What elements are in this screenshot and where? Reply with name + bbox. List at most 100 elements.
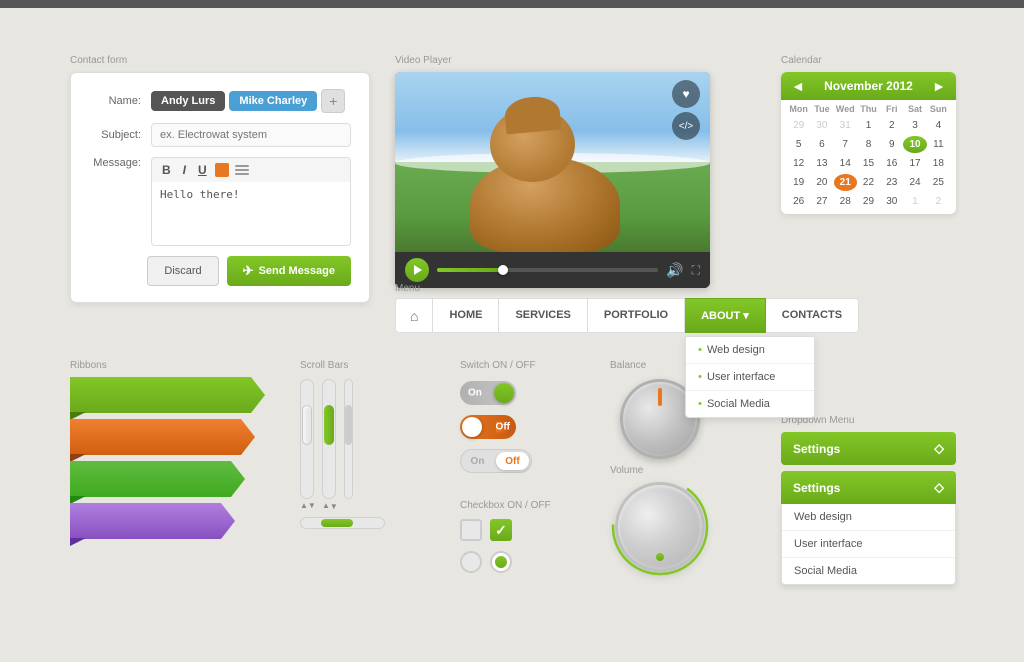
dropdown-open-wrap: Settings ⬦ Web design User interface Soc… — [781, 471, 956, 585]
cal-day[interactable]: 3 — [903, 117, 926, 134]
video-box: ♥ </> 🔊 ⛶ — [395, 72, 710, 288]
cal-day[interactable]: 22 — [857, 174, 880, 191]
nav-item-contacts[interactable]: CONTACTS — [766, 298, 859, 333]
cal-day[interactable]: 1 — [857, 117, 880, 134]
ribbon-orange[interactable] — [70, 419, 255, 455]
bold-button[interactable]: B — [158, 162, 175, 178]
cal-day[interactable]: 15 — [857, 155, 880, 172]
cal-day[interactable]: 14 — [834, 155, 857, 172]
volume-knob[interactable] — [615, 482, 705, 572]
cal-day[interactable]: 12 — [787, 155, 810, 172]
day-thu: Thu — [857, 104, 880, 114]
dropdown-item-web-design[interactable]: Web design — [782, 504, 955, 531]
cal-day[interactable]: 26 — [787, 193, 810, 210]
scrollbar-v2-wrap: ▲ ▼ — [322, 379, 336, 511]
nav-item-about[interactable]: ABOUT ▾ — [685, 298, 766, 333]
checkbox-checked[interactable]: ✓ — [490, 519, 512, 541]
message-textarea[interactable]: Hello there! — [151, 182, 351, 246]
cal-day[interactable]: 25 — [927, 174, 950, 191]
heart-icon-button[interactable]: ♥ — [672, 80, 700, 108]
cal-day[interactable]: 13 — [810, 155, 833, 172]
color-swatch[interactable] — [215, 163, 229, 177]
underline-button[interactable]: U — [194, 162, 211, 178]
nav-item-home[interactable]: HOME — [433, 298, 499, 333]
about-dropdown-social[interactable]: •Social Media — [686, 391, 814, 417]
cal-day[interactable]: 6 — [810, 136, 833, 153]
cal-day[interactable]: 5 — [787, 136, 810, 153]
about-dropdown-web-design[interactable]: •Web design — [686, 337, 814, 364]
cal-day-today[interactable]: 21 — [834, 174, 857, 191]
cal-day[interactable]: 20 — [810, 174, 833, 191]
name-label: Name: — [89, 95, 151, 107]
ribbon-purple-fold — [70, 538, 86, 546]
discard-button[interactable]: Discard — [147, 256, 218, 286]
video-player-section: Video Player ♥ </> 🔊 — [395, 55, 710, 288]
play-button[interactable] — [405, 258, 429, 282]
cal-day[interactable]: 7 — [834, 136, 857, 153]
scrollbar-h[interactable] — [300, 517, 385, 529]
switch-section: Switch ON / OFF On Off On Off — [460, 360, 580, 473]
toggle-on[interactable]: On — [460, 381, 516, 405]
scrollbar-v1-thumb — [302, 405, 312, 445]
code-icon-button[interactable]: </> — [672, 112, 700, 140]
italic-button[interactable]: I — [179, 162, 190, 178]
about-dropdown-ui[interactable]: •User interface — [686, 364, 814, 391]
toggle-off-label: Off — [496, 422, 510, 433]
cal-day[interactable]: 30 — [880, 193, 903, 210]
ribbon-green[interactable] — [70, 377, 265, 413]
calendar-prev[interactable]: ◄ — [791, 78, 805, 94]
cal-day[interactable]: 18 — [927, 155, 950, 172]
balance-knob-indicator — [658, 388, 662, 406]
fullscreen-icon[interactable]: ⛶ — [692, 263, 700, 278]
cal-day[interactable]: 19 — [787, 174, 810, 191]
dropdown-item-ui[interactable]: User interface — [782, 531, 955, 558]
cal-day-selected[interactable]: 10 — [903, 136, 926, 153]
lines-icon[interactable] — [233, 163, 251, 177]
dropdown-item-social[interactable]: Social Media — [782, 558, 955, 584]
add-tag-button[interactable]: + — [321, 89, 345, 113]
dropdown-closed[interactable]: Settings ⬦ — [781, 432, 956, 465]
subject-input[interactable] — [151, 123, 351, 147]
progress-bar[interactable] — [437, 268, 658, 272]
scrollbar-v1[interactable] — [300, 379, 314, 499]
calendar-next[interactable]: ► — [932, 78, 946, 94]
cal-day[interactable]: 11 — [927, 136, 950, 153]
nav-about-wrap: ABOUT ▾ •Web design •User interface •Soc… — [685, 298, 766, 333]
send-button[interactable]: ✈ Send Message — [227, 256, 351, 286]
tag-andy[interactable]: Andy Lurs — [151, 91, 225, 111]
cal-day[interactable]: 28 — [834, 193, 857, 210]
cal-day[interactable]: 17 — [903, 155, 926, 172]
cal-day[interactable]: 2 — [880, 117, 903, 134]
cal-day[interactable]: 9 — [880, 136, 903, 153]
cal-day[interactable]: 1 — [903, 193, 926, 210]
nav-item-portfolio[interactable]: PORTFOLIO — [588, 298, 685, 333]
dropdown-open-header[interactable]: Settings ⬦ — [781, 471, 956, 504]
scrollbar-v3[interactable] — [344, 379, 353, 499]
ribbon-purple[interactable] — [70, 503, 235, 539]
checkbox-unchecked[interactable] — [460, 519, 482, 541]
radio-unchecked[interactable] — [460, 551, 482, 573]
toggle-dual[interactable]: On Off — [460, 449, 532, 473]
cal-day[interactable]: 30 — [810, 117, 833, 134]
bullet-icon: • — [698, 371, 702, 383]
cal-day[interactable]: 8 — [857, 136, 880, 153]
nav-item-services[interactable]: SERVICES — [499, 298, 587, 333]
cal-day[interactable]: 31 — [834, 117, 857, 134]
cal-day[interactable]: 2 — [927, 193, 950, 210]
tag-mike[interactable]: Mike Charley — [229, 91, 317, 111]
cal-day[interactable]: 27 — [810, 193, 833, 210]
cal-day[interactable]: 24 — [903, 174, 926, 191]
volume-icon[interactable]: 🔊 — [666, 262, 683, 279]
ribbon-lightgreen[interactable] — [70, 461, 245, 497]
cal-day[interactable]: 16 — [880, 155, 903, 172]
cal-day[interactable]: 23 — [880, 174, 903, 191]
nav-home-button[interactable]: ⌂ — [395, 298, 433, 333]
radio-checked[interactable] — [490, 551, 512, 573]
toggle-off[interactable]: Off — [460, 415, 516, 439]
top-bar — [0, 0, 1024, 8]
cal-day[interactable]: 4 — [927, 117, 950, 134]
dropdown-closed-label: Settings — [793, 442, 840, 456]
cal-day[interactable]: 29 — [857, 193, 880, 210]
cal-day[interactable]: 29 — [787, 117, 810, 134]
scrollbar-v2[interactable] — [322, 379, 336, 499]
